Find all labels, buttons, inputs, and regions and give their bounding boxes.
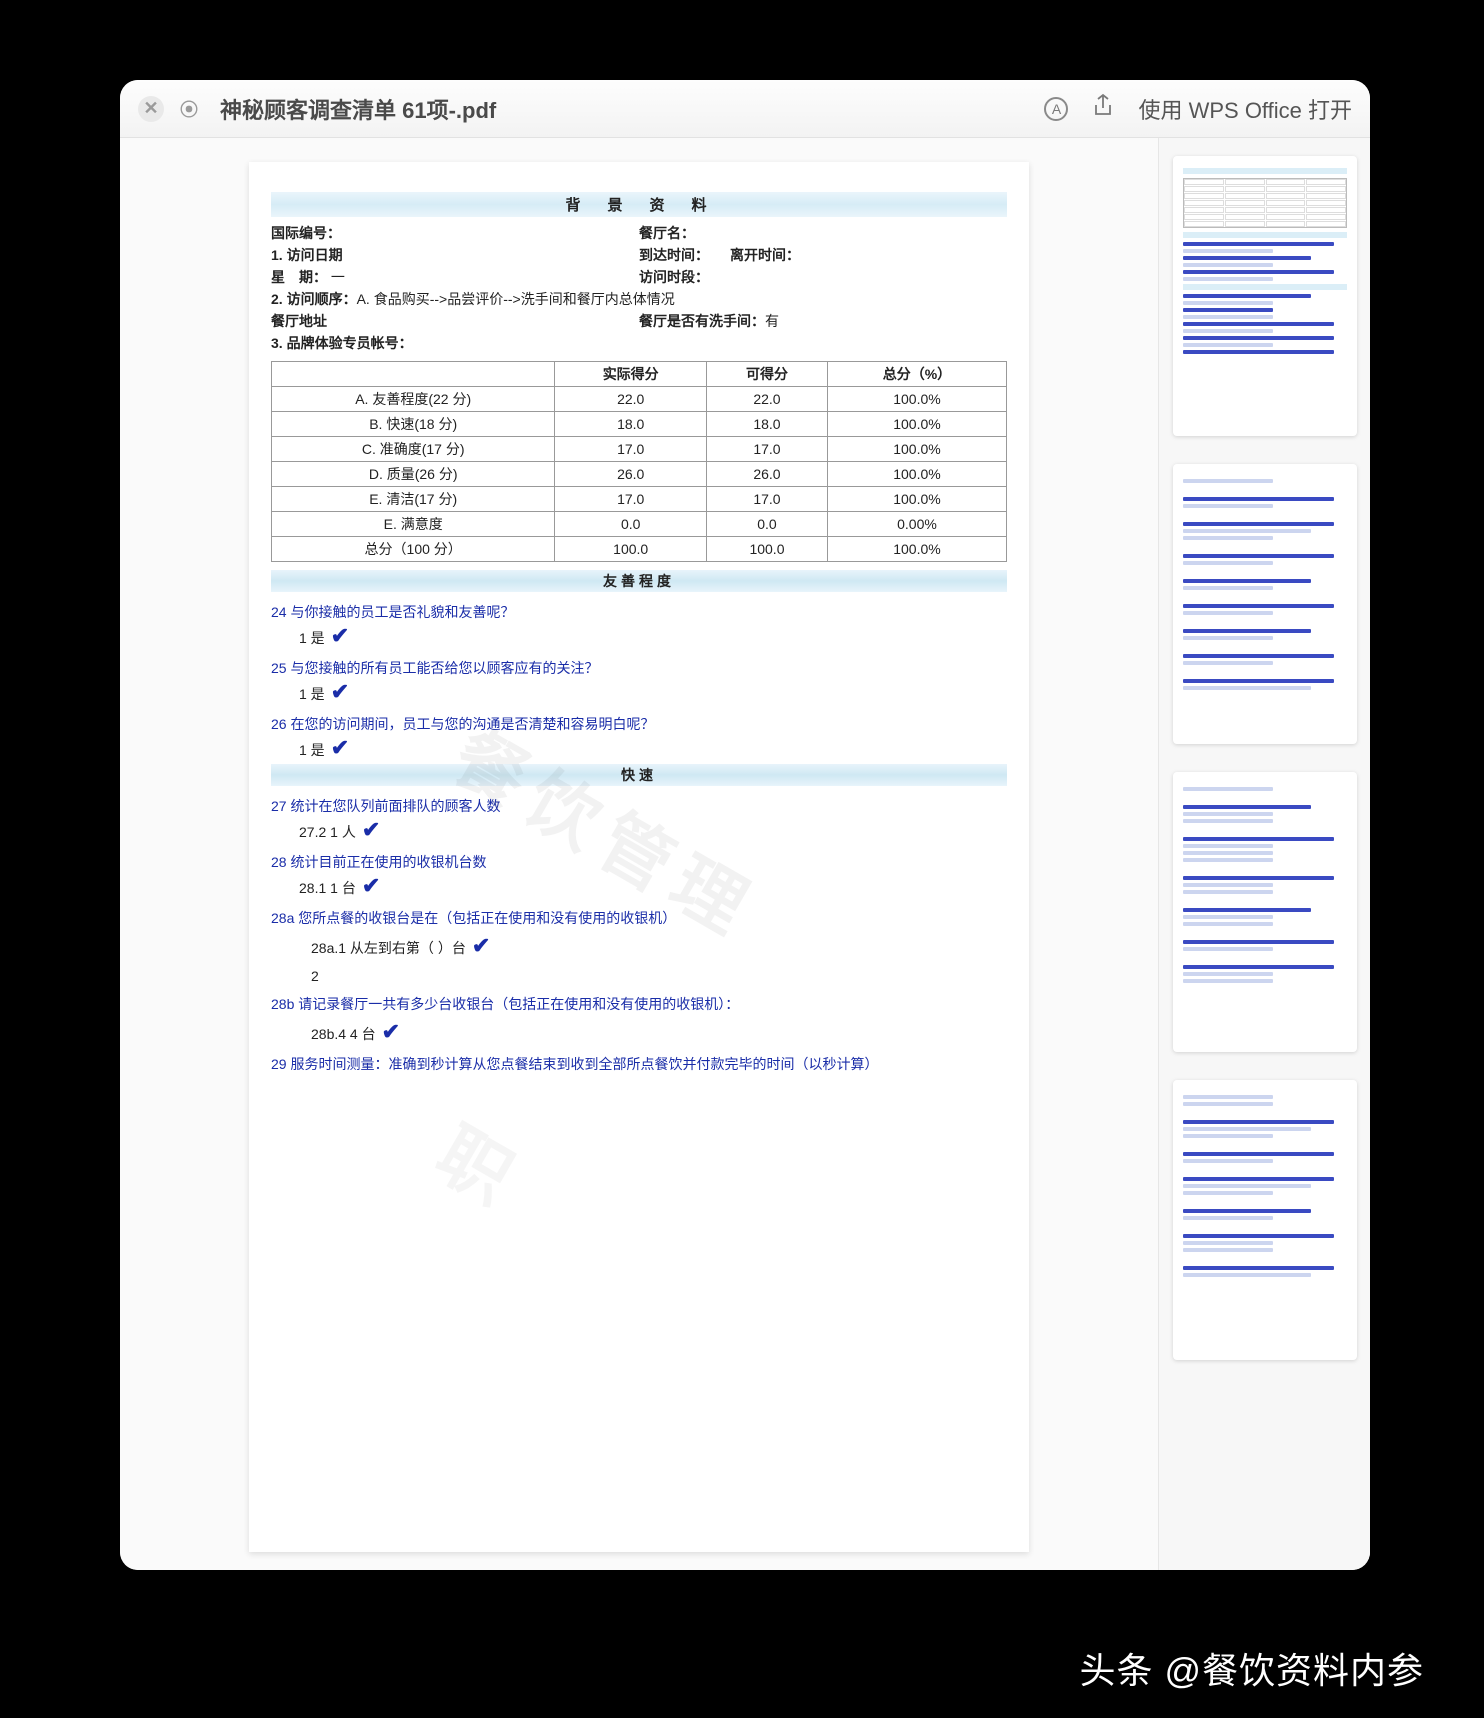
table-row: D. 质量(26 分)26.026.0100.0%	[272, 462, 1007, 487]
edit-button[interactable]: ⦿	[176, 96, 202, 122]
table-row: 总分（100 分）100.0100.0100.0%	[272, 537, 1007, 562]
table-cell: 17.0	[707, 487, 828, 512]
check-icon: ✔	[331, 685, 349, 698]
content-area: 餐饮管理 职 背 景 资 料 国际编号： 餐厅名： 1. 访问日期 到达时间： …	[120, 138, 1370, 1570]
check-icon: ✔	[362, 823, 380, 836]
thumbnail-page-4[interactable]	[1173, 1080, 1357, 1360]
table-cell: B. 快速(18 分)	[272, 412, 555, 437]
label-visit-period: 访问时段：	[639, 269, 709, 285]
table-cell: A. 友善程度(22 分)	[272, 387, 555, 412]
titlebar: ✕ ⦿ 神秘顾客调查清单 61项-.pdf A 使用 WPS Office 打开	[120, 80, 1370, 138]
thumbnail-page-3[interactable]	[1173, 772, 1357, 1052]
table-cell: 17.0	[555, 437, 707, 462]
value-has-wc: 有	[765, 313, 779, 329]
check-icon: ✔	[331, 741, 349, 754]
label-arrive-time: 到达时间：	[639, 247, 702, 263]
label-account: 3. 品牌体验专员帐号：	[271, 335, 413, 351]
table-row: A. 友善程度(22 分)22.022.0100.0%	[272, 387, 1007, 412]
table-cell: C. 准确度(17 分)	[272, 437, 555, 462]
page-viewport[interactable]: 餐饮管理 职 背 景 资 料 国际编号： 餐厅名： 1. 访问日期 到达时间： …	[120, 138, 1158, 1570]
window-title: 神秘顾客调查清单 61项-.pdf	[220, 93, 496, 125]
table-cell: 100.0%	[827, 537, 1006, 562]
table-cell: 100.0	[555, 537, 707, 562]
label-visit-date: 1. 访问日期	[271, 247, 343, 263]
table-cell: 22.0	[707, 387, 828, 412]
q28a: 28a 您所点餐的收银台是在（包括正在使用和没有使用的收银机）	[271, 908, 1007, 928]
a26: 1 是	[299, 740, 325, 760]
markup-icon[interactable]: A	[1044, 97, 1068, 121]
table-cell: 100.0%	[827, 462, 1006, 487]
check-icon: ✔	[331, 629, 349, 642]
th-actual: 实际得分	[555, 362, 707, 387]
check-icon: ✔	[472, 939, 490, 952]
a28b: 28b.4 4 台	[311, 1024, 376, 1044]
table-cell: 18.0	[555, 412, 707, 437]
label-visit-order: 2. 访问顺序：	[271, 291, 357, 307]
value-week: 一	[331, 269, 345, 285]
table-row: C. 准确度(17 分)17.017.0100.0%	[272, 437, 1007, 462]
open-with-button[interactable]: 使用 WPS Office 打开	[1138, 93, 1352, 125]
table-cell: 26.0	[555, 462, 707, 487]
table-row: E. 满意度0.00.00.00%	[272, 512, 1007, 537]
table-cell: 0.0	[555, 512, 707, 537]
thumbnail-page-1[interactable]	[1173, 156, 1357, 436]
section-title-background: 背 景 资 料	[271, 192, 1007, 217]
table-cell: 0.0	[707, 512, 828, 537]
share-icon[interactable]	[1092, 93, 1114, 125]
th-total: 总分（%）	[827, 362, 1006, 387]
table-row: B. 快速(18 分)18.018.0100.0%	[272, 412, 1007, 437]
check-icon: ✔	[362, 879, 380, 892]
close-button[interactable]: ✕	[138, 96, 164, 122]
a28a-num: 2	[311, 968, 1007, 984]
table-cell: D. 质量(26 分)	[272, 462, 555, 487]
section-friendly: 友善程度	[271, 570, 1007, 592]
q26: 26 在您的访问期间，员工与您的沟通是否清楚和容易明白呢？	[271, 714, 1007, 734]
a24: 1 是	[299, 628, 325, 648]
table-cell: E. 清洁(17 分)	[272, 487, 555, 512]
th-possible: 可得分	[707, 362, 828, 387]
value-visit-order: A. 食品购买-->品尝评价-->洗手间和餐厅内总体情况	[357, 291, 675, 307]
table-cell: 总分（100 分）	[272, 537, 555, 562]
a27: 27.2 1 人	[299, 822, 356, 842]
q24: 24 与你接触的员工是否礼貌和友善呢？	[271, 602, 1007, 622]
section-speed: 快速	[271, 764, 1007, 786]
attribution-text: 头条 @餐饮资料内参	[1079, 1642, 1424, 1694]
a25: 1 是	[299, 684, 325, 704]
q25: 25 与您接触的所有员工能否给您以顾客应有的关注？	[271, 658, 1007, 678]
label-leave-time: 离开时间：	[730, 247, 800, 263]
table-cell: 17.0	[555, 487, 707, 512]
a28a: 28a.1 从左到右第（ ）台	[311, 938, 466, 958]
table-cell: 18.0	[707, 412, 828, 437]
table-cell: 22.0	[555, 387, 707, 412]
q28b: 28b 请记录餐厅一共有多少台收银台（包括正在使用和没有使用的收银机）：	[271, 994, 1007, 1014]
score-table: 实际得分 可得分 总分（%） A. 友善程度(22 分)22.022.0100.…	[271, 361, 1007, 562]
check-icon: ✔	[382, 1025, 400, 1038]
pdf-page-1: 餐饮管理 职 背 景 资 料 国际编号： 餐厅名： 1. 访问日期 到达时间： …	[249, 162, 1029, 1552]
q29: 29 服务时间测量：准确到秒计算从您点餐结束到收到全部所点餐饮并付款完毕的时间（…	[271, 1054, 1007, 1074]
preview-window: ✕ ⦿ 神秘顾客调查清单 61项-.pdf A 使用 WPS Office 打开…	[120, 80, 1370, 1570]
a28: 28.1 1 台	[299, 878, 356, 898]
table-cell: 17.0	[707, 437, 828, 462]
table-cell: 100.0%	[827, 487, 1006, 512]
label-restaurant-name: 餐厅名：	[639, 225, 695, 241]
table-cell: 0.00%	[827, 512, 1006, 537]
thumbnail-page-2[interactable]	[1173, 464, 1357, 744]
table-cell: E. 满意度	[272, 512, 555, 537]
q28: 28 统计目前正在使用的收银机台数	[271, 852, 1007, 872]
label-intl-id: 国际编号：	[271, 225, 341, 241]
table-cell: 100.0%	[827, 412, 1006, 437]
table-cell: 100.0%	[827, 437, 1006, 462]
thumbnail-sidebar[interactable]	[1158, 138, 1370, 1570]
table-cell: 100.0	[707, 537, 828, 562]
table-row: E. 清洁(17 分)17.017.0100.0%	[272, 487, 1007, 512]
table-cell: 26.0	[707, 462, 828, 487]
label-week: 星 期：	[271, 269, 327, 285]
watermark-2: 职	[420, 1096, 545, 1229]
label-has-wc: 餐厅是否有洗手间：	[639, 313, 765, 329]
th-blank	[272, 362, 555, 387]
q27: 27 统计在您队列前面排队的顾客人数	[271, 796, 1007, 816]
table-cell: 100.0%	[827, 387, 1006, 412]
label-address: 餐厅地址	[271, 313, 327, 329]
